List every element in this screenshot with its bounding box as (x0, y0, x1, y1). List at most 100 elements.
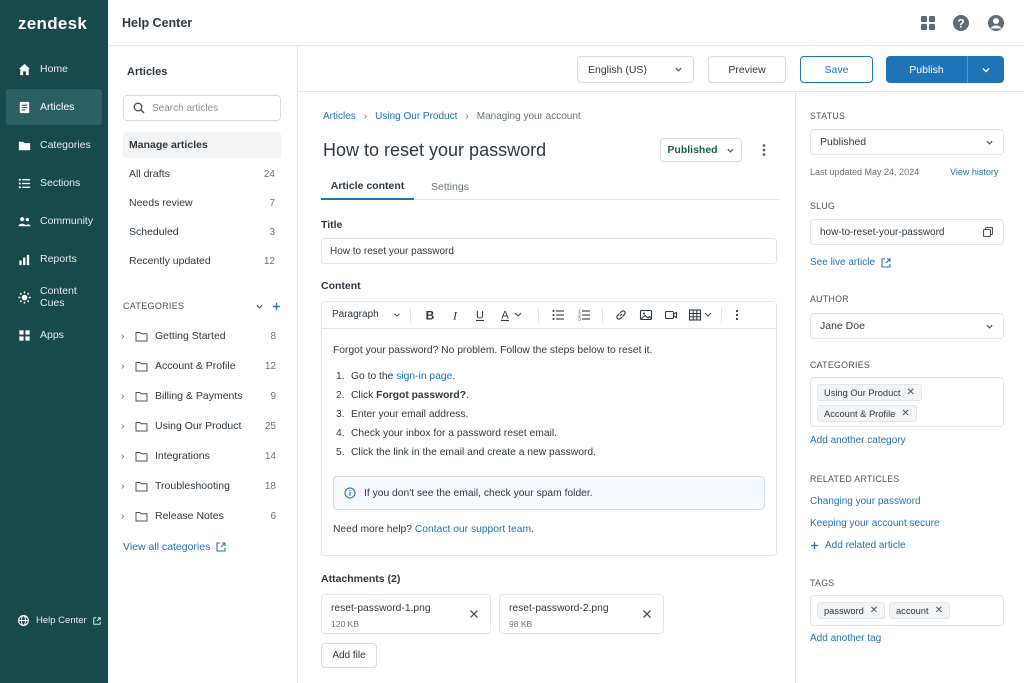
chevron-right-icon[interactable]: › (121, 360, 131, 372)
table-icon[interactable] (688, 308, 714, 322)
copy-icon[interactable] (982, 226, 994, 238)
bulleted-list-icon[interactable] (551, 308, 565, 322)
chevron-right-icon[interactable]: › (121, 510, 131, 522)
status-select[interactable]: Published (810, 129, 1004, 155)
nav-item-sections[interactable]: Sections (6, 165, 102, 201)
more-options-icon[interactable] (756, 142, 772, 158)
category-item[interactable]: › Release Notes 6 (121, 506, 281, 526)
add-related-article-link[interactable]: Add related article (810, 540, 906, 551)
category-item[interactable]: › Account & Profile 12 (121, 356, 281, 376)
view-scheduled[interactable]: Scheduled 3 (123, 222, 281, 242)
slug-field[interactable]: how-to-reset-your-password (810, 219, 1004, 245)
svg-text:3: 3 (578, 317, 581, 322)
view-needs-review[interactable]: Needs review 7 (123, 193, 281, 213)
publish-button[interactable]: Publish (886, 56, 967, 83)
add-file-button[interactable]: Add file (321, 643, 377, 668)
attachment-item[interactable]: reset-password-1.png 120 KB (321, 594, 491, 634)
external-link-icon (93, 616, 101, 625)
image-icon[interactable] (639, 308, 653, 322)
tab-settings[interactable]: Settings (431, 174, 469, 200)
status-dropdown[interactable]: Published (660, 138, 742, 162)
view-all-drafts[interactable]: All drafts 24 (123, 164, 281, 184)
bold-icon[interactable]: B (423, 308, 437, 323)
nav-item-community[interactable]: Community (6, 203, 102, 239)
step-number: 3. (336, 409, 345, 420)
video-icon[interactable] (664, 308, 678, 322)
view-history-link[interactable]: View history (950, 167, 998, 177)
attachment-item[interactable]: reset-password-2.png 98 KB (499, 594, 664, 634)
breadcrumb-category[interactable]: Using Our Product (375, 111, 457, 122)
related-article-link[interactable]: Changing your password (810, 496, 921, 507)
zendesk-logo[interactable]: zendesk (18, 14, 87, 34)
nav-item-apps[interactable]: Apps (6, 317, 102, 353)
chevron-right-icon[interactable]: › (121, 390, 131, 402)
add-another-tag-link[interactable]: Add another tag (810, 633, 881, 644)
folder-icon (135, 511, 148, 522)
author-select[interactable]: Jane Doe (810, 313, 1004, 339)
more-options-icon[interactable] (730, 308, 744, 322)
nav-item-articles[interactable]: Articles (6, 89, 102, 125)
link-icon[interactable] (614, 308, 628, 322)
view-all-categories-link[interactable]: View all categories (123, 541, 226, 553)
related-article-link[interactable]: Keeping your account secure (810, 518, 940, 529)
publish-options-button[interactable] (967, 56, 1004, 83)
article-editor: Articles › Using Our Product › Managing … (298, 92, 796, 683)
chevron-down-icon[interactable] (255, 302, 264, 311)
category-item[interactable]: › Troubleshooting 18 (121, 476, 281, 496)
help-line: Need more help? Contact our support team… (333, 524, 534, 535)
close-icon[interactable] (641, 608, 653, 620)
tab-article-content[interactable]: Article content (321, 174, 414, 200)
see-live-article-link[interactable]: See live article (810, 257, 891, 268)
nav-item-categories[interactable]: Categories (6, 127, 102, 163)
chevron-right-icon[interactable]: › (121, 420, 131, 432)
sign-in-page-link[interactable]: sign-in page (396, 371, 452, 382)
paragraph-style-select[interactable]: Paragraph (332, 309, 401, 320)
preview-button[interactable]: Preview (708, 56, 786, 83)
category-chip: Using Our Product ✕ (817, 384, 922, 401)
close-icon[interactable] (468, 608, 480, 620)
title-label: Title (321, 219, 343, 231)
nav-item-home[interactable]: Home (6, 51, 102, 87)
close-icon[interactable]: ✕ (901, 408, 909, 419)
category-item[interactable]: › Using Our Product 25 (121, 416, 281, 436)
category-item[interactable]: › Getting Started 8 (121, 326, 281, 346)
view-recently-updated[interactable]: Recently updated 12 (123, 251, 281, 271)
help-center-footer-link[interactable]: Help Center (17, 614, 101, 627)
chevron-right-icon[interactable]: › (121, 450, 131, 462)
chevron-right-icon[interactable]: › (121, 480, 131, 492)
title-input[interactable] (321, 238, 777, 264)
italic-icon[interactable]: I (448, 308, 462, 323)
chevron-right-icon[interactable]: › (121, 330, 131, 342)
apps-grid-icon[interactable] (918, 13, 938, 33)
numbered-list-icon[interactable]: 123 (577, 308, 591, 322)
chevron-down-icon (985, 138, 994, 147)
nav-item-content-cues[interactable]: Content Cues (6, 279, 102, 315)
user-avatar-icon[interactable] (986, 13, 1006, 33)
add-another-category-link[interactable]: Add another category (810, 435, 906, 446)
close-icon[interactable]: ✕ (906, 387, 914, 398)
text-color-icon[interactable]: A (499, 308, 525, 322)
status-label: STATUS (810, 111, 846, 121)
step-text: . (465, 390, 469, 401)
rich-text-editor[interactable]: Paragraph B I U A 123 Forgot your passwo… (321, 301, 777, 556)
close-icon[interactable]: ✕ (870, 605, 878, 616)
category-item[interactable]: › Billing & Payments 9 (121, 386, 281, 406)
manage-articles-link[interactable]: Manage articles (123, 132, 281, 158)
add-category-plus-icon[interactable] (272, 302, 281, 311)
search-input[interactable] (152, 102, 272, 114)
contact-support-link[interactable]: Contact our support team (415, 524, 531, 535)
search-box[interactable] (123, 95, 281, 121)
categories-chip-input[interactable]: Using Our Product ✕ Account & Profile ✕ (810, 377, 1004, 427)
underline-icon[interactable]: U (473, 308, 487, 322)
slug-label: SLUG (810, 201, 836, 211)
tags-chip-input[interactable]: password ✕ account ✕ (810, 595, 1004, 626)
nav-item-reports[interactable]: Reports (6, 241, 102, 277)
help-icon[interactable]: ? (951, 13, 971, 33)
breadcrumb-articles[interactable]: Articles (323, 111, 356, 122)
language-select[interactable]: English (US) (577, 56, 694, 83)
attachment-size: 120 KB (331, 619, 359, 629)
save-button[interactable]: Save (800, 56, 873, 83)
category-item[interactable]: › Integrations 14 (121, 446, 281, 466)
close-icon[interactable]: ✕ (935, 605, 943, 616)
content-cues-icon (17, 290, 32, 305)
